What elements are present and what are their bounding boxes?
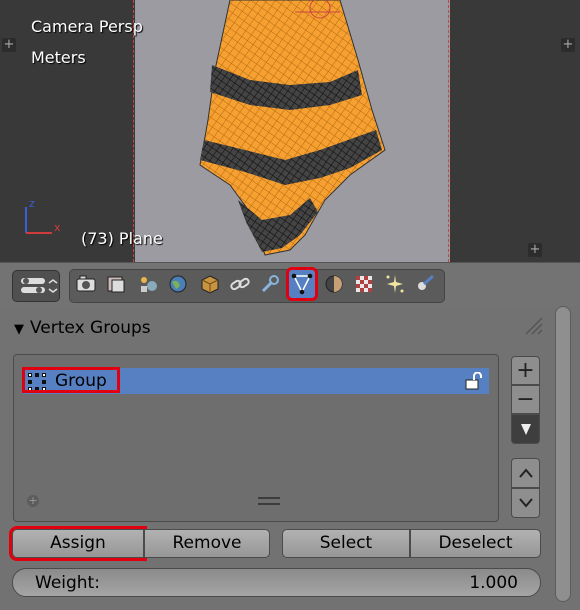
constraints-icon[interactable] (226, 269, 254, 299)
material-icon[interactable] (320, 269, 348, 299)
list-resize-grip[interactable] (258, 497, 280, 505)
region-expand-right-icon[interactable]: + (561, 38, 575, 52)
region-expand-bottom-icon[interactable]: + (528, 243, 542, 257)
scene-icon[interactable] (134, 269, 162, 299)
list-add-icon[interactable]: + (27, 495, 39, 507)
arrow-up-icon (518, 468, 533, 478)
properties-scrollbar[interactable] (555, 306, 571, 602)
editor-type-button[interactable] (12, 270, 60, 302)
properties-editor: ▼ Vertex Groups Group + + − Assign Remov… (0, 262, 580, 610)
object-data-icon[interactable] (286, 267, 318, 301)
deselect-button[interactable]: Deselect (410, 529, 541, 558)
editor-type-icon (21, 278, 58, 293)
plus-icon: + (516, 358, 535, 383)
specials-menu-button[interactable] (511, 414, 540, 444)
modifiers-icon[interactable] (256, 269, 284, 299)
view-name-label: Camera Persp (31, 17, 143, 36)
unit-label: Meters (31, 48, 86, 67)
svg-text:x: x (54, 221, 61, 234)
collapse-triangle-icon[interactable]: ▼ (14, 322, 24, 337)
axis-gizmo: z x (25, 197, 61, 234)
highlight-box (22, 367, 120, 393)
vertex-group-list: Group + (13, 354, 499, 522)
panel-title: Vertex Groups (30, 318, 151, 338)
move-down-button[interactable] (511, 488, 540, 518)
weight-label: Weight: (35, 573, 100, 593)
3d-viewport[interactable]: z x Camera Persp Meters (73) Plane + + + (0, 0, 580, 262)
particles-icon[interactable] (381, 269, 409, 299)
select-button[interactable]: Select (282, 529, 410, 558)
arrow-down-icon (518, 498, 533, 508)
weight-value: 1.000 (469, 573, 518, 593)
object-icon[interactable] (196, 269, 224, 299)
svg-text:z: z (29, 197, 35, 210)
properties-tab-strip (0, 262, 580, 307)
remove-button[interactable]: Remove (144, 529, 270, 558)
region-expand-left-icon[interactable]: + (2, 38, 16, 52)
minus-icon: − (516, 387, 535, 412)
list-item[interactable]: Group (22, 367, 489, 394)
render-layers-icon[interactable] (102, 269, 130, 299)
camera-border-left (133, 0, 134, 262)
dropdown-arrow-icon (520, 424, 531, 435)
vertex-groups-panel: ▼ Vertex Groups Group + + − Assign Remov… (0, 306, 580, 610)
cloth-mesh (199, 0, 386, 256)
weight-slider[interactable]: Weight: 1.000 (12, 568, 541, 597)
assign-button[interactable]: Assign (9, 526, 147, 561)
render-icon[interactable] (72, 269, 100, 299)
panel-drag-grip-icon[interactable] (522, 314, 546, 338)
remove-vertex-group-button[interactable]: − (511, 385, 540, 414)
panel-header[interactable]: ▼ Vertex Groups (14, 318, 151, 338)
add-vertex-group-button[interactable]: + (511, 356, 540, 385)
physics-icon[interactable] (412, 269, 440, 299)
world-icon[interactable] (164, 269, 192, 299)
texture-icon[interactable] (350, 269, 378, 299)
unlock-icon[interactable] (464, 372, 482, 390)
object-info-label: (73) Plane (81, 229, 163, 248)
camera-border-right (448, 0, 449, 262)
move-up-button[interactable] (511, 458, 540, 488)
